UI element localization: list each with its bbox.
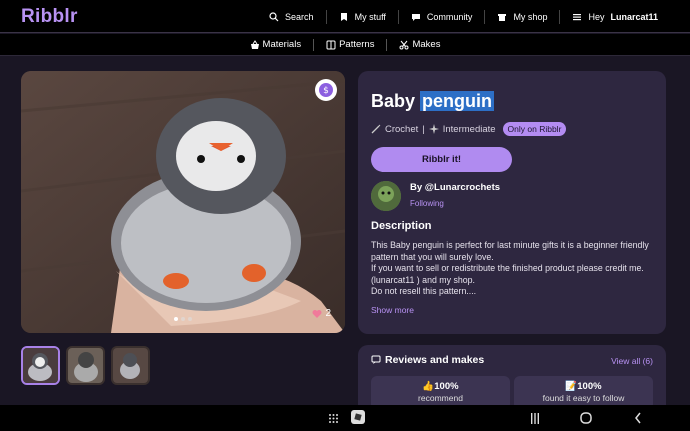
username: Lunarcat11: [610, 11, 658, 22]
craft-type: Crochet: [385, 123, 419, 135]
thumbnail-strip: [21, 346, 150, 385]
nav-user-menu[interactable]: Hey Lunarcat11: [559, 9, 670, 24]
system-nav-bar: [0, 405, 690, 431]
basket-icon: [250, 39, 259, 49]
divider: [386, 38, 388, 51]
easy-label: found it easy to follow: [542, 393, 625, 403]
app-drawer-icon[interactable]: [328, 413, 339, 424]
scissors-icon: [399, 40, 409, 49]
meta-separator: |: [422, 123, 425, 135]
description-heading: Description: [371, 220, 432, 232]
subnav-patterns[interactable]: Patterns: [322, 39, 378, 50]
bookmark-icon: [340, 12, 347, 21]
review-chat-icon: [371, 355, 381, 364]
pattern-info-panel: Baby penguin Crochet | Intermediate Only…: [358, 71, 666, 334]
home-icon[interactable]: [580, 412, 592, 424]
main-nav: Search My stuff Community My shop Hey Lu…: [257, 0, 670, 33]
reviews-heading: Reviews and makes: [371, 354, 484, 366]
shop-badge[interactable]: $: [315, 79, 337, 101]
shop-icon: [498, 13, 507, 21]
description-line: Do not resell this pattern....: [371, 286, 477, 296]
author-name[interactable]: By @Lunarcrochets: [410, 182, 500, 193]
nav-my-shop[interactable]: My shop: [484, 9, 559, 24]
greeting: Hey: [588, 11, 605, 22]
back-icon[interactable]: [634, 412, 642, 424]
title-prefix: Baby: [371, 91, 416, 111]
carousel-dots[interactable]: [174, 317, 192, 321]
description-text: This Baby penguin is perfect for last mi…: [371, 240, 661, 298]
sub-nav: Materials Patterns Makes: [0, 34, 690, 56]
thumbnail-3[interactable]: [111, 346, 150, 385]
nav-my-stuff[interactable]: My stuff: [325, 9, 398, 24]
chat-icon: [411, 13, 420, 21]
dollar-share-icon: $: [319, 83, 333, 97]
recommend-label: recommend: [418, 393, 463, 403]
subnav-makes-label: Makes: [412, 39, 441, 50]
nav-community[interactable]: Community: [397, 9, 485, 24]
pattern-meta: Crochet | Intermediate Only on Ribblr: [371, 122, 567, 136]
author-avatar[interactable]: [371, 181, 401, 211]
subnav-makes[interactable]: Makes: [395, 39, 444, 50]
menu-icon: [573, 13, 582, 20]
svg-text:$: $: [323, 86, 329, 96]
memo-icon: 📝: [565, 381, 578, 392]
ribblr-logo[interactable]: Ribblr: [21, 6, 78, 28]
nav-my-stuff-label: My stuff: [354, 11, 386, 22]
top-bar: Ribblr Search My stuff Community My shop…: [0, 0, 690, 33]
nav-search-label: Search: [285, 11, 314, 22]
like-count: 2: [325, 308, 331, 319]
main-product-image[interactable]: $ 2: [21, 71, 345, 333]
sparkle-icon: [428, 124, 439, 134]
show-more-link[interactable]: Show more: [371, 305, 414, 315]
crochet-hook-icon: [371, 124, 381, 134]
ribblr-it-button[interactable]: Ribblr it!: [371, 147, 512, 172]
reviews-heading-label: Reviews and makes: [385, 354, 485, 366]
thumbnail-2[interactable]: [66, 346, 105, 385]
search-icon: [269, 11, 279, 21]
recommend-value: 100%: [434, 381, 459, 392]
difficulty-level: Intermediate: [442, 123, 496, 135]
title-highlighted-word[interactable]: penguin: [420, 91, 495, 111]
exclusive-badge: Only on Ribblr: [502, 122, 567, 136]
recent-apps-icon[interactable]: [530, 413, 540, 424]
nav-my-shop-label: My shop: [513, 11, 548, 22]
like-button[interactable]: 2: [312, 308, 331, 319]
easy-value: 100%: [577, 381, 602, 392]
book-icon: [326, 40, 336, 49]
thumbs-up-icon: 👍: [422, 381, 435, 392]
subnav-patterns-label: Patterns: [339, 39, 375, 50]
nav-community-label: Community: [426, 11, 473, 22]
nav-search[interactable]: Search: [257, 10, 326, 24]
penguin-photo: [21, 71, 345, 333]
heart-icon: [312, 309, 322, 318]
divider: [313, 38, 315, 51]
description-line: This Baby penguin is perfect for last mi…: [371, 240, 649, 262]
follow-status[interactable]: Following: [410, 199, 444, 208]
subnav-materials-label: Materials: [262, 39, 302, 50]
roblox-app-icon[interactable]: [350, 409, 366, 425]
description-line: If you want to sell or redistribute the …: [371, 263, 644, 285]
page-title: Baby penguin: [371, 91, 495, 112]
thumbnail-1[interactable]: [21, 346, 60, 385]
subnav-materials[interactable]: Materials: [246, 39, 306, 50]
view-all-link[interactable]: View all (6): [611, 356, 653, 366]
